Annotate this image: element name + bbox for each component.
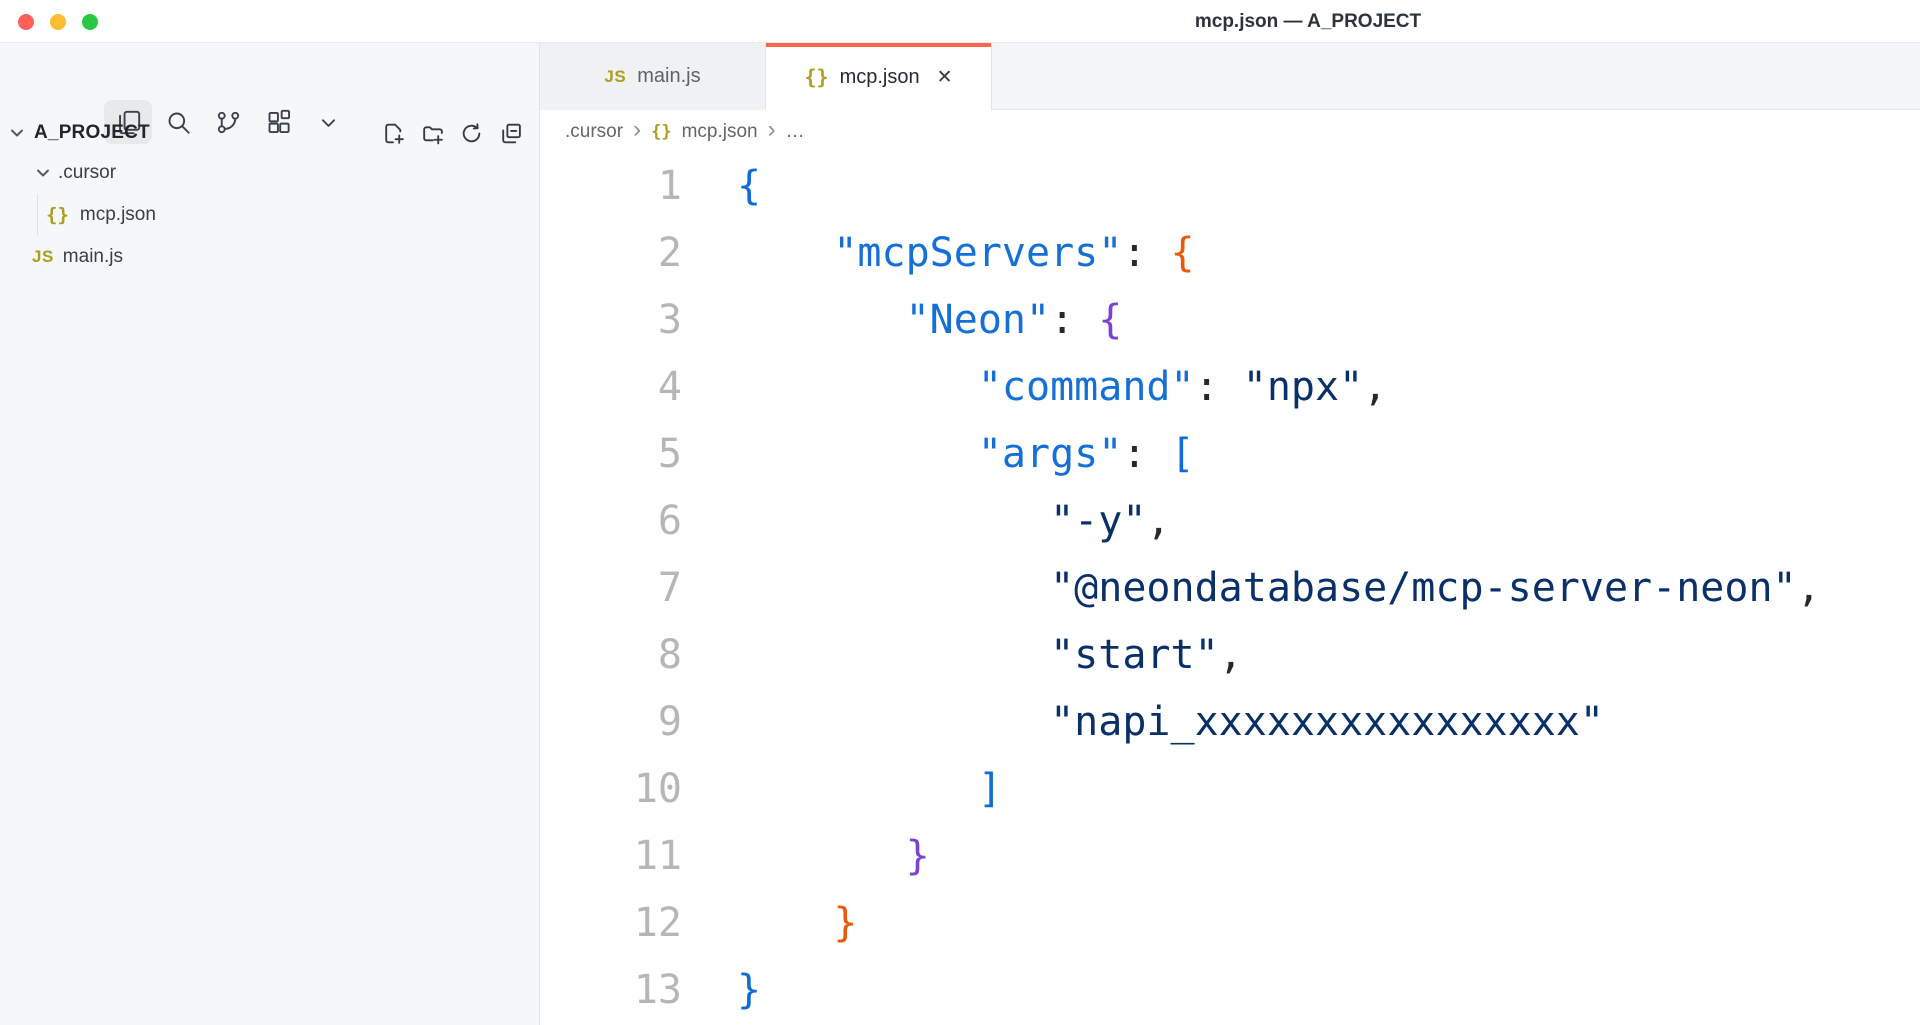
code-line[interactable]: 6 "-y",	[540, 488, 1920, 555]
file-label: mcp.json	[80, 204, 156, 226]
line-number: 5	[540, 421, 710, 488]
explorer-actions	[381, 121, 523, 146]
code-line[interactable]: 10 ]	[540, 756, 1920, 823]
code-line-text: ]	[737, 756, 1002, 823]
code-line-text: "mcpServers": {	[737, 220, 1195, 287]
code-line[interactable]: 11 }	[540, 823, 1920, 890]
chevron-right-icon: ›	[633, 118, 641, 142]
project-root-label: A_PROJECT	[34, 122, 150, 144]
folder-label: .cursor	[58, 162, 116, 184]
code-line-text: }	[737, 957, 761, 1024]
line-number: 1	[540, 153, 710, 220]
code-line-text: "-y",	[737, 488, 1171, 555]
line-number: 4	[540, 354, 710, 421]
code-line-text: }	[737, 823, 930, 890]
line-number: 3	[540, 287, 710, 354]
app-window: mcp.json — A_PROJECT	[0, 0, 1920, 1025]
title-bar: mcp.json — A_PROJECT	[0, 0, 1920, 43]
breadcrumb-segment-file[interactable]: mcp.json	[682, 121, 758, 143]
code-line[interactable]: 3 "Neon": {	[540, 287, 1920, 354]
tree-item-main-js[interactable]: JS main.js	[0, 236, 539, 278]
chevron-down-icon	[34, 164, 52, 182]
json-file-icon: {}	[651, 122, 671, 142]
code-line[interactable]: 2 "mcpServers": {	[540, 220, 1920, 287]
line-number: 9	[540, 689, 710, 756]
close-window-button[interactable]	[18, 14, 34, 30]
code-line-text: "start",	[737, 622, 1243, 689]
line-number: 8	[540, 622, 710, 689]
code-line[interactable]: 4 "command": "npx",	[540, 354, 1920, 421]
code-line[interactable]: 9 "napi_xxxxxxxxxxxxxxxx"	[540, 689, 1920, 756]
tab-mcp-json[interactable]: {} mcp.json ✕	[766, 43, 992, 111]
indent-guide	[37, 194, 38, 236]
tree-item-cursor-folder[interactable]: .cursor	[0, 152, 539, 194]
code-line[interactable]: 7 "@neondatabase/mcp-server-neon",	[540, 555, 1920, 622]
chevron-down-icon	[8, 124, 26, 142]
code-line[interactable]: 1{	[540, 153, 1920, 220]
refresh-icon[interactable]	[459, 121, 484, 146]
sidebar: A_PROJECT	[0, 43, 540, 1025]
explorer-section-header[interactable]: A_PROJECT	[0, 112, 539, 154]
window-title: mcp.json — A_PROJECT	[1195, 0, 1421, 43]
tab-label: mcp.json	[840, 66, 920, 89]
breadcrumb-segment-symbol[interactable]: …	[786, 121, 805, 143]
code-line-text: }	[737, 890, 857, 957]
line-number: 13	[540, 957, 710, 1024]
code-editor[interactable]: 1{2 "mcpServers": {3 "Neon": {4 "command…	[540, 153, 1920, 1025]
js-file-icon: JS	[32, 247, 54, 267]
json-file-icon: {}	[46, 204, 69, 226]
code-line-text: "Neon": {	[737, 287, 1122, 354]
code-line[interactable]: 5 "args": [	[540, 421, 1920, 488]
line-number: 11	[540, 823, 710, 890]
tab-bar: JS main.js {} mcp.json ✕	[540, 43, 1920, 110]
code-line[interactable]: 12 }	[540, 890, 1920, 957]
file-tree: .cursor {} mcp.json JS main.js	[0, 152, 539, 278]
new-file-icon[interactable]	[381, 121, 406, 146]
code-line-text: "@neondatabase/mcp-server-neon",	[737, 555, 1821, 622]
code-line-text: "napi_xxxxxxxxxxxxxxxx"	[737, 689, 1604, 756]
json-file-icon: {}	[804, 65, 828, 89]
code-line[interactable]: 8 "start",	[540, 622, 1920, 689]
breadcrumb-segment-folder[interactable]: .cursor	[565, 121, 623, 143]
close-tab-icon[interactable]: ✕	[937, 68, 953, 87]
minimize-window-button[interactable]	[50, 14, 66, 30]
tree-item-mcp-json[interactable]: {} mcp.json	[0, 194, 539, 236]
breadcrumb: .cursor › {} mcp.json › …	[540, 110, 1920, 153]
line-number: 10	[540, 756, 710, 823]
editor-area: JS main.js {} mcp.json ✕ .cursor › {} mc…	[540, 43, 1920, 1025]
code-line-text: "command": "npx",	[737, 354, 1387, 421]
line-number: 6	[540, 488, 710, 555]
tab-main-js[interactable]: JS main.js	[540, 43, 766, 110]
collapse-all-icon[interactable]	[498, 121, 523, 146]
zoom-window-button[interactable]	[82, 14, 98, 30]
code-line-text: {	[737, 153, 761, 220]
chevron-right-icon: ›	[768, 118, 776, 142]
js-file-icon: JS	[604, 67, 626, 87]
code-line-text: "args": [	[737, 421, 1195, 488]
line-number: 2	[540, 220, 710, 287]
file-label: main.js	[63, 246, 123, 268]
line-number: 12	[540, 890, 710, 957]
code-line[interactable]: 13}	[540, 957, 1920, 1024]
new-folder-icon[interactable]	[420, 121, 445, 146]
line-number: 7	[540, 555, 710, 622]
tab-label: main.js	[637, 65, 700, 88]
